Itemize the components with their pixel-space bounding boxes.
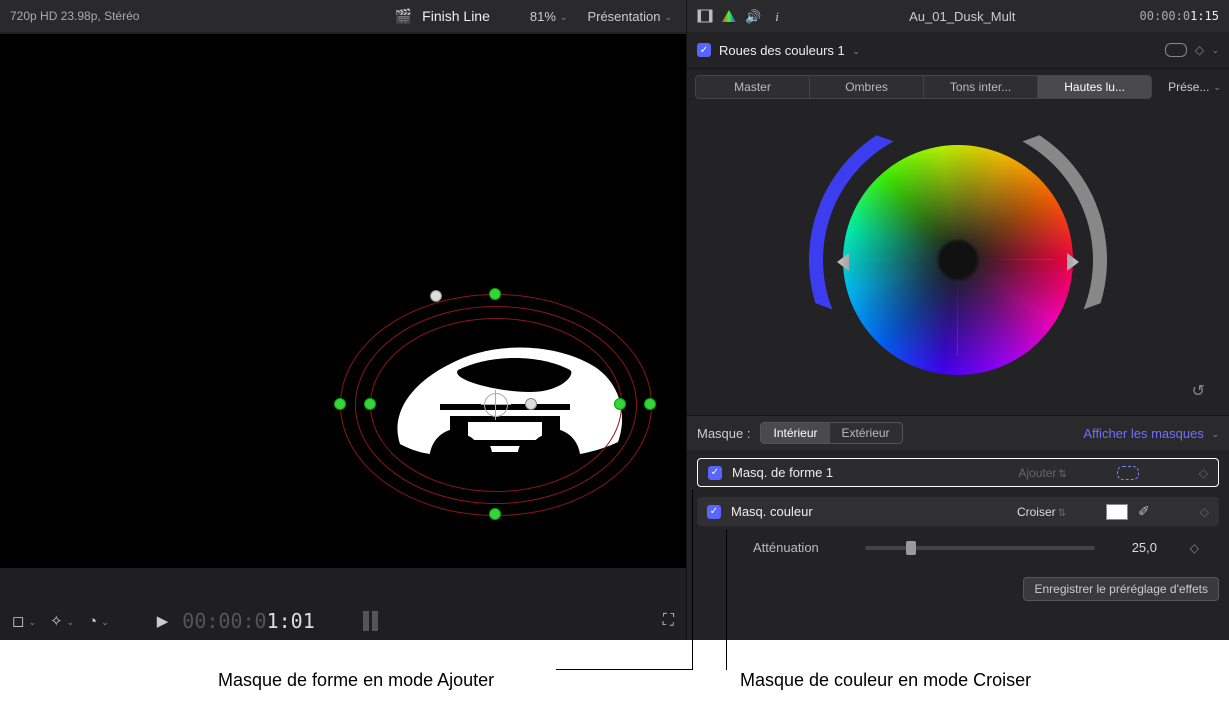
seg-inside[interactable]: Intérieur xyxy=(761,423,829,443)
mask-handle-top[interactable] xyxy=(489,288,501,300)
play-button[interactable]: ▶ xyxy=(157,612,169,630)
transform-menu[interactable]: ◻⌄ xyxy=(12,612,36,630)
prism-icon[interactable] xyxy=(721,9,737,23)
enhance-menu[interactable]: ✧⌄ xyxy=(50,612,74,630)
viewer-strip xyxy=(0,568,686,602)
mask-name: Masq. couleur xyxy=(731,504,871,519)
color-wheel-area: ↺ xyxy=(687,105,1229,415)
tab-shadows[interactable]: Ombres xyxy=(810,76,924,98)
retime-menu[interactable]: ◔⌄ xyxy=(88,613,109,630)
tc-dim: 00:00:0 xyxy=(1140,9,1191,23)
effect-enable-checkbox[interactable]: ✓ xyxy=(697,43,711,57)
wheel-left-nudge[interactable] xyxy=(837,253,849,271)
mask-side-segment[interactable]: Intérieur Extérieur xyxy=(760,422,902,444)
audio-meter xyxy=(363,611,378,631)
tab-master[interactable]: Master xyxy=(696,76,810,98)
info-icon[interactable]: i xyxy=(769,9,785,23)
viewer-timecode[interactable]: 00:00:01:01 xyxy=(182,609,314,633)
mask-row-color[interactable]: ✓ Masq. couleur Croiser⇅ ✐ ◇ xyxy=(697,497,1219,526)
save-effect-preset-button[interactable]: Enregistrer le préréglage d'effets xyxy=(1023,577,1219,601)
keyframe-button[interactable]: ◇ xyxy=(1169,541,1199,555)
mask-center-handle[interactable] xyxy=(484,393,508,417)
reset-button[interactable]: ↺ xyxy=(1192,381,1205,401)
tab-midtones[interactable]: Tons inter... xyxy=(924,76,1038,98)
viewer-title[interactable]: Finish Line xyxy=(422,8,490,24)
show-masks-label: Afficher les masques xyxy=(1083,426,1203,441)
annotation-layer: Masque de forme en mode Ajouter Masque d… xyxy=(0,640,1229,702)
keyframe-button[interactable]: ◇ xyxy=(1199,466,1208,480)
mask-enable-checkbox[interactable]: ✓ xyxy=(708,466,722,480)
fullscreen-button[interactable]: ⛶ xyxy=(663,612,674,630)
chevron-down-icon: ⌄ xyxy=(1211,429,1219,440)
clapper-icon: 🎬 xyxy=(395,8,412,25)
wheel-crosshair xyxy=(843,145,1073,375)
mask-handle-right[interactable] xyxy=(644,398,656,410)
keyframe-button[interactable]: ◇ xyxy=(1200,505,1209,519)
clip-name: Au_01_Dusk_Mult xyxy=(795,9,1130,24)
mask-handle-inner-left[interactable] xyxy=(364,398,376,410)
attenuation-row: Atténuation 25,0 ◇ xyxy=(697,536,1219,559)
attenuation-slider[interactable] xyxy=(865,546,1095,550)
callout-color-mask: Masque de couleur en mode Croiser xyxy=(740,670,1031,691)
mask-name: Masq. de forme 1 xyxy=(732,465,872,480)
tab-highlights[interactable]: Hautes lu... xyxy=(1038,76,1151,98)
zoom-menu[interactable]: 81% ⌄ xyxy=(530,9,568,24)
tc-bright: 1:01 xyxy=(267,609,315,633)
viewer: ◻⌄ ✧⌄ ◔⌄ ▶ 00:00:01:01 ⛶ xyxy=(0,32,686,640)
chevron-down-icon: ⌄ xyxy=(852,46,860,57)
show-masks-link[interactable]: Afficher les masques ⌄ xyxy=(1083,426,1219,441)
mask-label: Masque : xyxy=(697,426,750,441)
mask-mode-menu[interactable]: Croiser⇅ xyxy=(996,505,1066,519)
mask-rotate-handle[interactable] xyxy=(430,290,442,302)
viewer-canvas[interactable] xyxy=(0,34,686,568)
seg-outside[interactable]: Extérieur xyxy=(830,423,902,443)
eyedropper-icon[interactable]: ✐ xyxy=(1138,503,1150,520)
slider-thumb[interactable] xyxy=(906,541,916,555)
mask-handle-bottom[interactable] xyxy=(489,508,501,520)
inspector-timecode: 00:00:01:15 xyxy=(1140,9,1219,23)
mask-handle-left[interactable] xyxy=(334,398,346,410)
color-wheel[interactable] xyxy=(843,145,1073,375)
mask-handle-inner-right[interactable] xyxy=(614,398,626,410)
ellipse-dashed-icon[interactable] xyxy=(1117,466,1139,480)
preset-menu[interactable]: Prése... ⌄ xyxy=(1160,76,1229,98)
mask-mode-label: Ajouter xyxy=(1018,466,1056,480)
tc-bright: 1:15 xyxy=(1190,9,1219,23)
shape-mask-overlay[interactable] xyxy=(340,294,650,514)
effect-name: Roues des couleurs 1 xyxy=(719,43,845,58)
callout-shape-mask: Masque de forme en mode Ajouter xyxy=(218,670,494,691)
effect-name-menu[interactable]: Roues des couleurs 1 ⌄ xyxy=(719,43,860,58)
callout-line xyxy=(692,490,693,670)
mask-row-shape[interactable]: ✓ Masq. de forme 1 Ajouter⇅ ◇ xyxy=(697,458,1219,487)
attenuation-label: Atténuation xyxy=(753,540,853,555)
mask-shape-icon[interactable] xyxy=(1165,43,1187,57)
color-swatch[interactable] xyxy=(1106,504,1128,520)
color-inspector: ✓ Roues des couleurs 1 ⌄ ◇ ⌄ Master Ombr… xyxy=(686,32,1229,640)
callout-line xyxy=(726,530,727,670)
mask-mode-menu[interactable]: Ajouter⇅ xyxy=(997,466,1067,480)
callout-line xyxy=(556,669,693,670)
zoom-value: 81% xyxy=(530,9,556,24)
chevron-down-icon: ⌄ xyxy=(1213,82,1221,93)
wheel-right-nudge[interactable] xyxy=(1067,253,1079,271)
format-label: 720p HD 23.98p, Stéréo xyxy=(10,9,139,23)
tc-dim: 00:00:0 xyxy=(182,609,266,633)
wheel-center-handle[interactable] xyxy=(951,253,965,267)
preset-label: Prése... xyxy=(1168,80,1209,94)
view-menu[interactable]: Présentation ⌄ xyxy=(587,9,672,24)
chevron-down-icon: ⌄ xyxy=(560,12,568,23)
mask-mode-label: Croiser xyxy=(1017,505,1056,519)
mask-enable-checkbox[interactable]: ✓ xyxy=(707,505,721,519)
mask-curve-handle[interactable] xyxy=(525,398,537,410)
speaker-icon[interactable]: 🔊 xyxy=(745,9,761,23)
chevron-down-icon: ⌄ xyxy=(664,12,672,23)
keyframe-menu[interactable]: ◇ ⌄ xyxy=(1195,43,1219,57)
film-icon[interactable] xyxy=(697,9,713,23)
attenuation-value[interactable]: 25,0 xyxy=(1107,540,1157,555)
view-menu-label: Présentation xyxy=(587,9,660,24)
